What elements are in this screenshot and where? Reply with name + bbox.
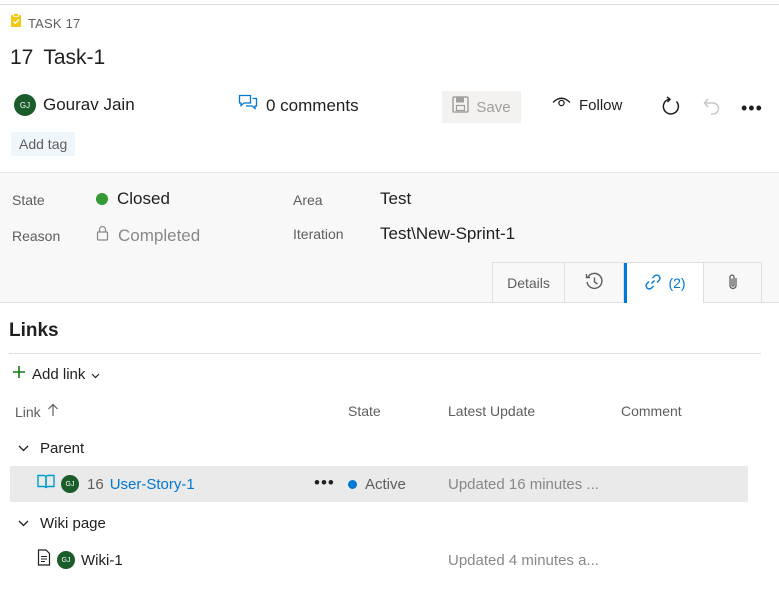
plus-icon — [12, 365, 26, 384]
avatar: GJ — [57, 551, 75, 569]
column-header-link-label: Link — [15, 403, 41, 420]
sort-ascending-icon — [47, 403, 59, 420]
link-item-main: GJ Wiki-1 — [37, 542, 123, 578]
save-icon — [452, 96, 470, 118]
tab-links-count: (2) — [668, 275, 686, 291]
assigned-to-field[interactable]: GJ Gourav Jain — [14, 94, 135, 116]
tab-history[interactable] — [565, 263, 624, 303]
iteration-value: Test\New-Sprint-1 — [380, 224, 516, 243]
links-divider — [9, 353, 761, 354]
top-divider — [0, 4, 779, 5]
area-label: Area — [293, 192, 323, 208]
add-link-label: Add link — [32, 366, 86, 383]
work-item-type: TASK 17 — [10, 13, 80, 33]
link-item-title[interactable]: Wiki-1 — [81, 552, 123, 569]
column-header-link[interactable]: Link — [15, 403, 59, 420]
group-parent-label: Parent — [40, 439, 85, 457]
chevron-down-icon — [18, 439, 29, 457]
comments-count-label: 0 comments — [266, 95, 359, 115]
group-wiki-page-label: Wiki page — [40, 514, 106, 532]
column-header-latest-update-label: Latest Update — [448, 403, 536, 419]
column-header-state-label: State — [348, 403, 381, 419]
follow-button[interactable]: Follow — [552, 96, 622, 114]
work-item-type-label: TASK 17 — [28, 15, 81, 31]
add-tag-label: Add tag — [19, 136, 68, 152]
link-item-latest-update: Updated 16 minutes ... — [448, 475, 599, 493]
refresh-icon[interactable] — [660, 96, 681, 122]
comments-icon — [238, 94, 258, 117]
tab-attachments[interactable] — [704, 263, 762, 303]
user-story-book-icon — [37, 474, 55, 494]
history-icon — [585, 272, 604, 294]
paperclip-icon — [727, 273, 739, 294]
add-tag-button[interactable]: Add tag — [11, 132, 76, 156]
state-field[interactable]: Closed — [96, 189, 170, 209]
group-wiki-page[interactable]: Wiki page — [18, 514, 106, 532]
work-item-title[interactable]: Task-1 — [43, 46, 105, 70]
area-value: Test — [380, 189, 412, 208]
group-parent[interactable]: Parent — [18, 439, 84, 457]
undo-icon[interactable] — [702, 96, 721, 121]
state-label: State — [12, 192, 45, 208]
area-field[interactable]: Test — [380, 189, 411, 209]
add-link-button[interactable]: Add link — [12, 365, 100, 384]
column-header-comment[interactable]: Comment — [621, 403, 682, 419]
link-icon — [644, 273, 662, 294]
task-clipboard-icon — [10, 13, 22, 33]
link-item-state-label: Active — [365, 475, 406, 493]
assigned-to-name: Gourav Jain — [43, 95, 135, 114]
comments-button[interactable]: 0 comments — [238, 94, 359, 117]
save-label: Save — [476, 98, 511, 116]
state-value: Closed — [117, 189, 170, 208]
eye-icon — [552, 96, 571, 114]
row-more-actions-icon[interactable]: ••• — [314, 473, 335, 493]
state-closed-dot — [96, 193, 108, 205]
avatar: GJ — [14, 94, 36, 116]
column-header-latest-update[interactable]: Latest Update — [448, 403, 535, 419]
work-item-tabs: Details (2) — [492, 262, 762, 303]
column-header-comment-label: Comment — [621, 403, 682, 419]
work-item-title-row: 17 Task-1 — [10, 46, 105, 70]
work-item-id: 17 — [10, 46, 34, 69]
chevron-down-icon — [18, 514, 29, 532]
more-actions-icon[interactable]: ••• — [741, 98, 763, 119]
avatar: GJ — [61, 475, 79, 493]
link-item-id: 16 — [87, 475, 104, 493]
reason-field: Completed — [96, 225, 200, 246]
reason-label: Reason — [12, 228, 61, 244]
tab-details-label: Details — [507, 275, 550, 291]
follow-label: Follow — [579, 96, 623, 114]
table-row[interactable]: GJ Wiki-1 Updated 4 minutes a... — [10, 542, 748, 578]
link-item-main: GJ 16 User-Story-1 — [37, 466, 195, 502]
iteration-field[interactable]: Test\New-Sprint-1 — [380, 224, 515, 244]
table-row[interactable]: GJ 16 User-Story-1 ••• Active Updated 16… — [10, 466, 748, 502]
iteration-label: Iteration — [293, 226, 344, 242]
links-heading: Links — [9, 320, 59, 341]
state-active-dot — [348, 479, 357, 489]
save-button[interactable]: Save — [442, 91, 521, 123]
link-item-title[interactable]: User-Story-1 — [110, 476, 195, 493]
chevron-down-icon — [91, 366, 100, 384]
lock-icon — [96, 225, 109, 246]
tab-details[interactable]: Details — [493, 263, 565, 303]
wiki-page-icon — [37, 549, 51, 571]
link-item-state: Active — [348, 466, 406, 502]
reason-value: Completed — [118, 225, 201, 245]
column-header-state[interactable]: State — [348, 403, 381, 419]
tab-links[interactable]: (2) — [624, 263, 704, 303]
link-item-latest-update: Updated 4 minutes a... — [448, 551, 599, 569]
